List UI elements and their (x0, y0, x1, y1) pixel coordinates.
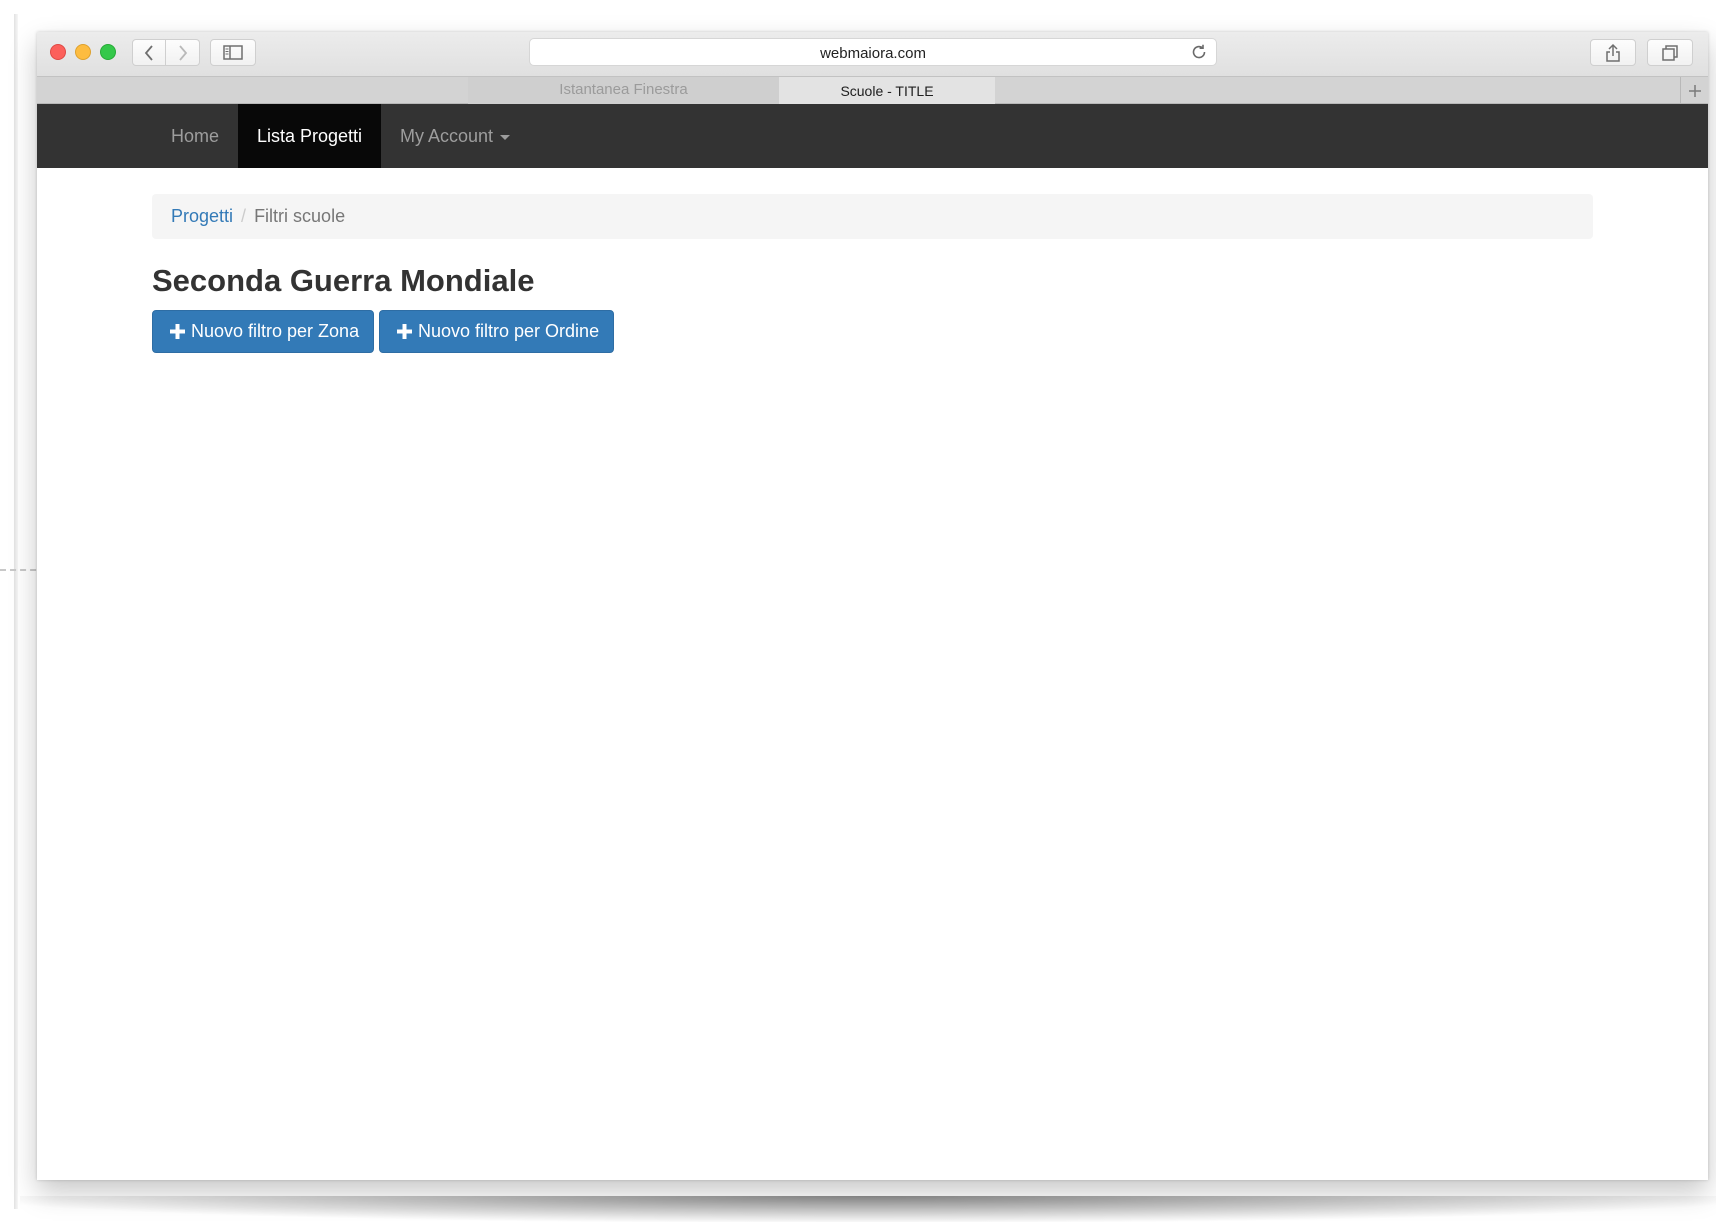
page-edge (14, 14, 18, 1209)
tab-bar: Istantanea Finestra Scuole - TITLE (37, 76, 1708, 104)
share-icon (1606, 43, 1620, 62)
window-shadow (20, 1196, 1716, 1222)
caret-down-icon (500, 134, 511, 140)
plus-icon (1688, 84, 1701, 97)
chevron-left-icon (144, 44, 153, 61)
tab-scuole-title[interactable]: Scuole - TITLE (779, 77, 995, 104)
site-navbar: Home Lista Progetti My Account (37, 104, 1708, 168)
browser-toolbar: webmaiora.com (37, 32, 1708, 76)
nav-item-home[interactable]: Home (152, 104, 238, 168)
breadcrumb: Progetti / Filtri scuole (152, 194, 1593, 239)
new-filter-order-label: Nuovo filtro per Ordine (418, 321, 600, 341)
nav-item-my-account-label: My Account (400, 126, 494, 146)
nav-item-my-account[interactable]: My Account (381, 104, 529, 168)
screenshot-stage: webmaiora.com Istantanea Finestra Scuole… (0, 0, 1716, 1229)
forward-button[interactable] (166, 39, 200, 66)
breadcrumb-current: Filtri scuole (254, 206, 346, 226)
page-title: Seconda Guerra Mondiale (152, 263, 535, 298)
tab-overview-button[interactable] (1647, 39, 1693, 66)
breadcrumb-separator: / (241, 206, 247, 226)
sidebar-toggle-button[interactable] (210, 39, 256, 66)
zoom-window-button[interactable] (100, 44, 116, 60)
new-filter-order-button[interactable]: Nuovo filtro per Ordine (379, 310, 614, 353)
new-filter-zone-button[interactable]: Nuovo filtro per Zona (152, 310, 374, 353)
browser-window: webmaiora.com Istantanea Finestra Scuole… (37, 32, 1708, 1180)
minimize-window-button[interactable] (75, 44, 91, 60)
new-filter-zone-label: Nuovo filtro per Zona (191, 321, 360, 341)
chevron-right-icon (178, 44, 187, 61)
new-tab-button[interactable] (1680, 77, 1708, 104)
nav-item-lista-progetti[interactable]: Lista Progetti (238, 104, 381, 168)
address-bar[interactable]: webmaiora.com (529, 38, 1217, 66)
sidebar-icon (223, 45, 243, 60)
close-window-button[interactable] (50, 44, 66, 60)
breadcrumb-link-progetti[interactable]: Progetti (171, 206, 233, 226)
url-text: webmaiora.com (820, 45, 926, 62)
reload-icon[interactable] (1190, 43, 1208, 61)
back-button[interactable] (132, 39, 166, 66)
share-button[interactable] (1590, 39, 1636, 66)
tab-istantanea-finestra[interactable]: Istantanea Finestra (468, 77, 779, 104)
plus-icon (397, 324, 412, 339)
tab-overview-icon (1662, 44, 1678, 61)
plus-icon (170, 324, 185, 339)
